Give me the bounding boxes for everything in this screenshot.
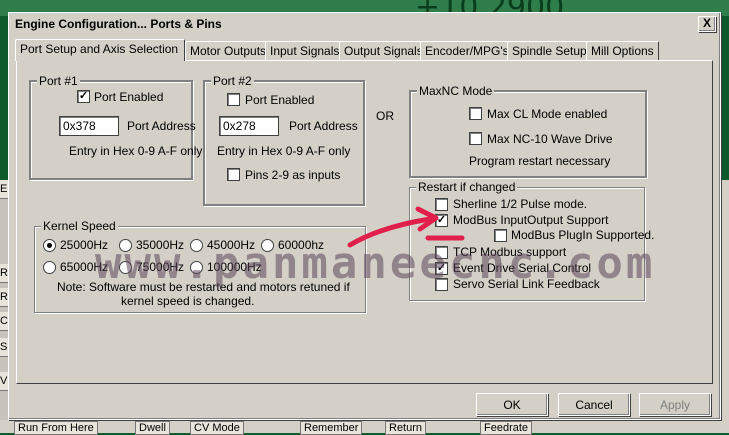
port2-address-input[interactable]: 0x278 xyxy=(219,116,279,136)
port2-address-label: Port Address xyxy=(289,119,358,133)
ok-button[interactable]: OK xyxy=(476,393,548,416)
max-cl-checkbox[interactable] xyxy=(469,107,482,120)
sherline-label: Sherline 1/2 Pulse mode. xyxy=(453,197,588,211)
maxnc-note: Program restart necessary xyxy=(469,154,611,168)
port1-enabled-checkbox[interactable]: ✓ xyxy=(77,90,90,103)
max-nc10-label: Max NC-10 Wave Drive xyxy=(487,132,613,146)
tab-encoder-mpg[interactable]: Encoder/MPG's xyxy=(420,41,514,60)
restart-label: Restart if changed xyxy=(416,180,518,194)
modbus-io-label: ModBus InputOutput Support xyxy=(453,213,609,227)
or-label: OR xyxy=(376,109,394,123)
pins-as-inputs-checkbox[interactable] xyxy=(227,168,240,181)
title-bar[interactable]: Engine Configuration... Ports & Pins X xyxy=(11,15,718,33)
port1-label: Port #1 xyxy=(37,74,80,88)
port1-address-label: Port Address xyxy=(127,119,196,133)
tab-output-signals[interactable]: Output Signals xyxy=(339,41,428,60)
port2-enabled-label: Port Enabled xyxy=(245,93,315,107)
kernel-note-line2: kernel speed is changed. xyxy=(121,294,255,308)
tab-spindle-setup[interactable]: Spindle Setup xyxy=(507,41,592,60)
background-bottom-bar: Run From Here Dwell CV Mode Remember Ret… xyxy=(0,420,729,435)
maxnc-label: MaxNC Mode xyxy=(417,84,495,98)
cancel-button[interactable]: Cancel xyxy=(558,393,630,416)
port1-hint: Entry in Hex 0-9 A-F only xyxy=(69,144,203,158)
watermark-text: www.panmaneecnc.com xyxy=(95,238,656,289)
port2-group: Port #2 Port Enabled 0x278 Port Address … xyxy=(203,74,365,206)
port1-address-input[interactable]: 0x378 xyxy=(59,116,119,136)
apply-button[interactable]: Apply xyxy=(639,393,711,416)
close-button[interactable]: X xyxy=(698,16,716,32)
port2-enabled-checkbox[interactable] xyxy=(227,93,240,106)
tab-port-setup[interactable]: Port Setup and Axis Selection xyxy=(15,39,185,61)
tab-input-signals[interactable]: Input Signals xyxy=(265,41,345,60)
kernel-25000-radio[interactable] xyxy=(43,239,56,252)
max-cl-label: Max CL Mode enabled xyxy=(487,107,608,121)
port1-enabled-label: Port Enabled xyxy=(94,90,164,104)
port1-group: Port #1 ✓ Port Enabled 0x378 Port Addres… xyxy=(29,74,202,180)
pins-as-inputs-label: Pins 2-9 as inputs xyxy=(245,168,341,182)
port2-label: Port #2 xyxy=(211,74,254,88)
close-icon: X xyxy=(702,16,711,30)
window-title: Engine Configuration... Ports & Pins xyxy=(15,17,222,31)
port2-hint: Entry in Hex 0-9 A-F only xyxy=(217,144,351,158)
maxnc-group: MaxNC Mode Max CL Mode enabled Max NC-10… xyxy=(409,84,647,178)
kernel-65000-radio[interactable] xyxy=(43,261,56,274)
tab-motor-outputs[interactable]: Motor Outputs xyxy=(185,41,272,60)
kernel-speed-label: Kernel Speed xyxy=(41,219,118,233)
max-nc10-checkbox[interactable] xyxy=(469,132,482,145)
tab-mill-options[interactable]: Mill Options xyxy=(586,41,659,60)
